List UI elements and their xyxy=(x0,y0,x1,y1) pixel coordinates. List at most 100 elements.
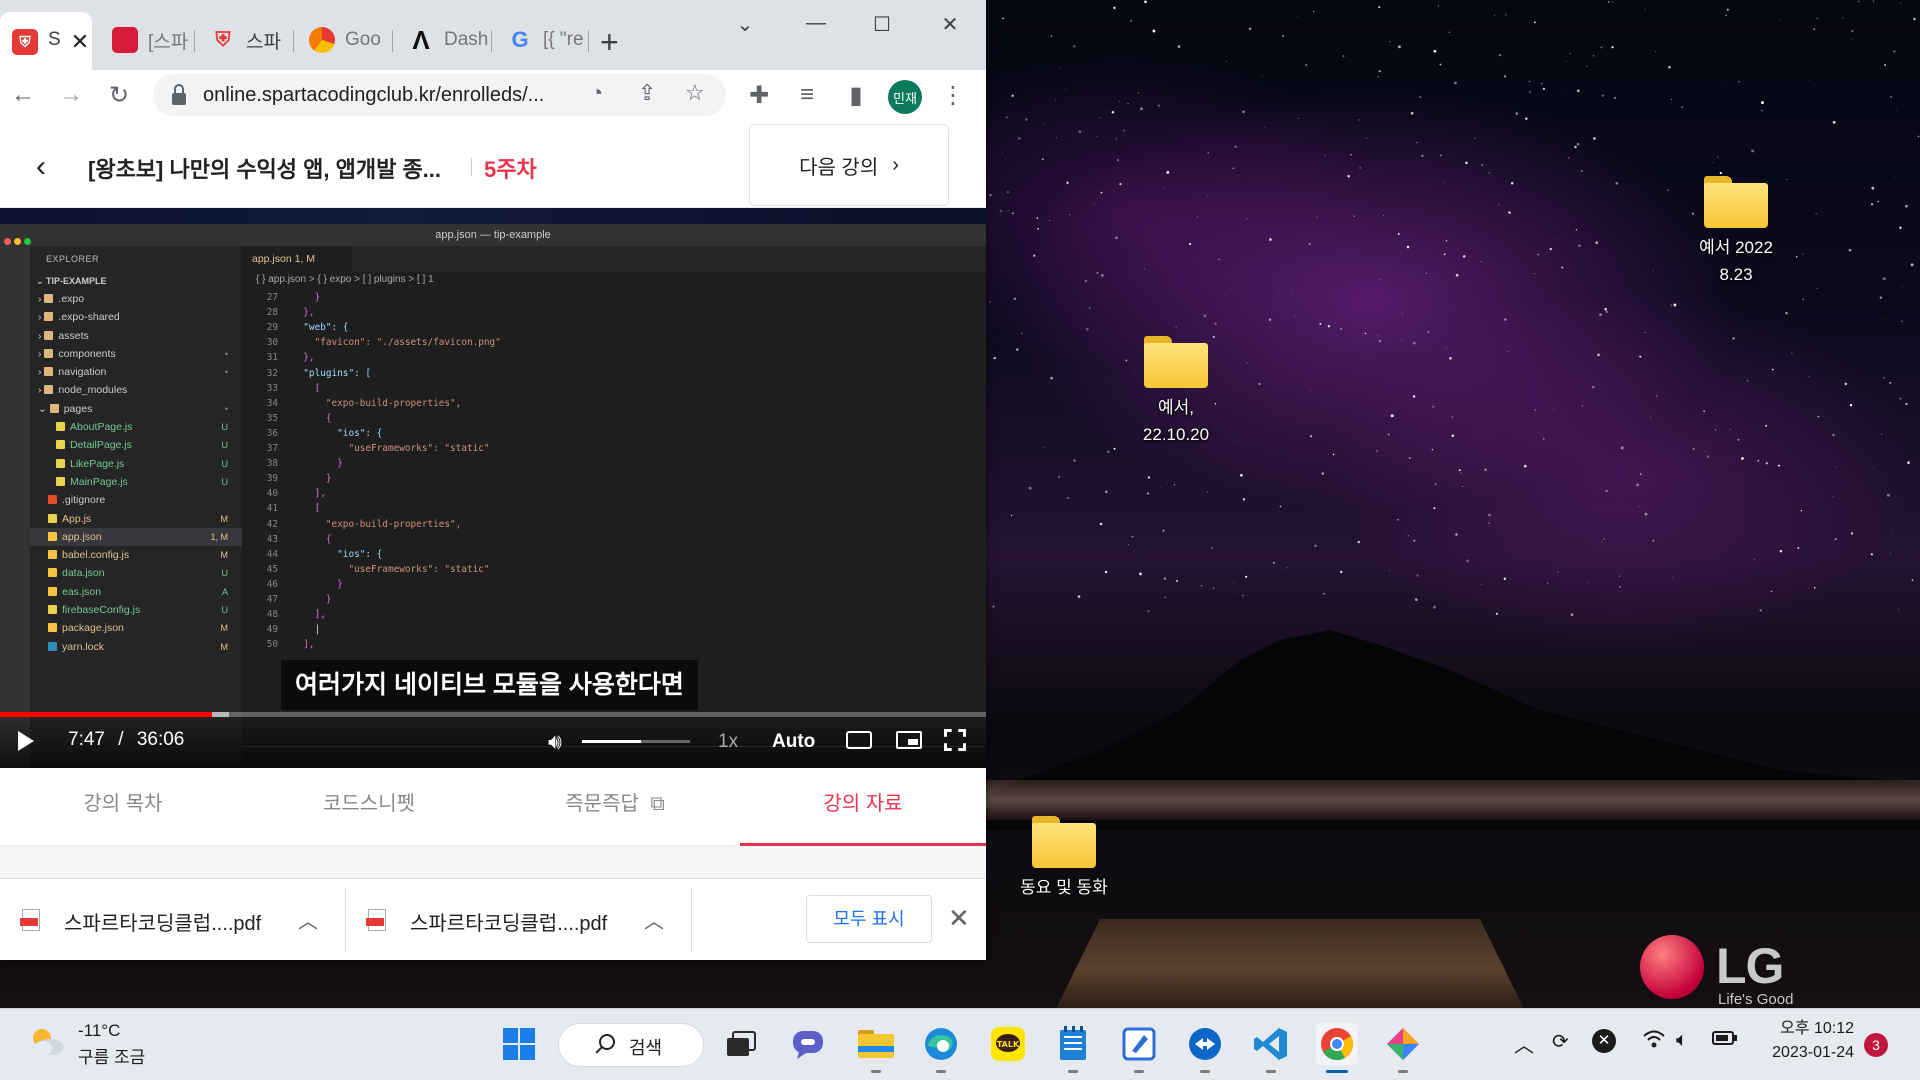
file-tree-item[interactable]: MainPage.js U xyxy=(30,473,242,491)
chrome-menu-icon[interactable]: ⋮ xyxy=(936,78,970,112)
play-icon[interactable] xyxy=(18,731,34,751)
line-number: 37 xyxy=(266,443,278,454)
file-tree: › .expo › .expo-shared › assets › component… xyxy=(30,290,242,656)
vscode-explorer: EXPLORER ⌄ TIP-EXAMPLE › .expo › .expo-sh… xyxy=(30,246,242,768)
tab-5[interactable]: Λ Dash xyxy=(396,20,492,60)
file-tree-item[interactable]: firebaseConfig.js U xyxy=(30,601,242,619)
file-tree-item[interactable]: package.json M xyxy=(30,619,242,637)
close-window-button[interactable]: ✕ xyxy=(930,12,970,37)
desktop-folder-yeseo-22[interactable]: 예서, 22.10.20 xyxy=(1116,336,1236,448)
paint-app-icon[interactable] xyxy=(1118,1023,1160,1073)
file-tree-item[interactable]: › components • xyxy=(30,345,242,363)
speed-gauge-icon[interactable]: ◔ xyxy=(590,80,603,106)
file-tree-item[interactable]: › .expo-shared xyxy=(30,308,242,326)
file-tree-item[interactable]: .gitignore xyxy=(30,491,242,509)
desktop-folder-children-songs[interactable]: 동요 및 동화 xyxy=(1004,816,1124,901)
close-circle-icon[interactable]: ✕ xyxy=(1592,1029,1616,1053)
tab-4[interactable]: Goo xyxy=(297,20,393,60)
reload-icon[interactable]: ↻ xyxy=(102,78,136,112)
address-bar[interactable]: online.spartacodingclub.kr/enrolleds/...… xyxy=(153,74,726,116)
tab-3[interactable]: ⛨ 스파 xyxy=(198,20,294,60)
remote-meeting-icon[interactable] xyxy=(1184,1023,1226,1073)
taskbar-clock[interactable]: 오후 10:12 2023-01-24 xyxy=(1752,1017,1854,1065)
tab-qna[interactable]: 즉문즉답 ⧉ xyxy=(492,768,738,846)
file-tree-item[interactable]: › assets xyxy=(30,327,242,345)
chevron-up-icon[interactable]: ︿ xyxy=(1514,1029,1534,1058)
fullscreen-icon[interactable] xyxy=(944,729,966,751)
desktop-folder-yeseo-2022[interactable]: 예서 2022 8.23 xyxy=(1676,176,1796,288)
tab-6[interactable]: G [{ "re xyxy=(495,20,589,60)
file-git-status: 1, M xyxy=(210,531,228,542)
file-explorer-icon[interactable] xyxy=(855,1023,897,1073)
notepad-icon[interactable] xyxy=(1052,1023,1094,1073)
next-lecture-button[interactable]: 다음 강의 › xyxy=(749,124,949,206)
quality-selector[interactable]: Auto xyxy=(772,731,815,753)
tab-code-snippet[interactable]: 코드스니펫 xyxy=(246,768,492,846)
notification-badge[interactable]: 3 xyxy=(1864,1033,1888,1057)
file-type-icon xyxy=(48,531,57,541)
maximize-button[interactable]: ☐ xyxy=(862,12,902,37)
chevron-up-icon[interactable]: ︿ xyxy=(644,905,664,934)
file-tree-item[interactable]: ⌄ pages • xyxy=(30,400,242,418)
lecture-header: ‹ [왕초보] 나만의 수익성 앱, 앱개발 종... 5주차 다음 강의 › xyxy=(0,122,986,208)
file-tree-item[interactable]: babel.config.js M xyxy=(30,546,242,564)
subtitles-icon[interactable] xyxy=(846,731,872,749)
extensions-puzzle-icon[interactable]: ✚ xyxy=(742,78,776,112)
code-line: | xyxy=(292,624,321,636)
file-tree-item[interactable]: data.json U xyxy=(30,564,242,582)
taskbar-search[interactable]: 검색 xyxy=(558,1023,704,1067)
new-tab-button[interactable]: + xyxy=(600,24,619,61)
side-panel-icon[interactable]: ▮ xyxy=(839,78,873,112)
tab-label: S xyxy=(48,29,61,50)
volume-slider[interactable] xyxy=(582,740,690,743)
share-icon[interactable]: ⇪ xyxy=(638,80,656,106)
vscode-icon[interactable] xyxy=(1250,1023,1292,1073)
minimize-button[interactable]: — xyxy=(796,12,836,35)
close-shelf-icon[interactable]: ✕ xyxy=(948,903,970,934)
media-queue-icon[interactable]: ≡ xyxy=(790,78,824,112)
profile-avatar[interactable]: 민재 xyxy=(888,80,922,114)
download-item[interactable]: 스파르타코딩클럽....pdf ︿ xyxy=(0,879,346,960)
chat-icon[interactable] xyxy=(787,1023,829,1065)
file-tree-item[interactable]: › .expo xyxy=(30,290,242,308)
file-tree-item[interactable]: AboutPage.js U xyxy=(30,418,242,436)
file-tree-item[interactable]: DetailPage.js U xyxy=(30,436,242,454)
file-tree-item[interactable]: app.json 1, M xyxy=(30,527,242,547)
back-arrow-icon[interactable]: ← xyxy=(6,78,40,112)
kakaotalk-icon[interactable]: TALK xyxy=(987,1023,1029,1065)
file-tree-item[interactable]: eas.json A xyxy=(30,583,242,601)
tab-curriculum[interactable]: 강의 목차 xyxy=(0,768,246,846)
playback-speed[interactable]: 1x xyxy=(718,731,738,753)
tab-2[interactable]: [스파 xyxy=(100,20,195,60)
file-tree-item[interactable]: › node_modules xyxy=(30,381,242,399)
tab-search-button[interactable]: ⌄ xyxy=(725,12,765,37)
file-tree-item[interactable]: › navigation • xyxy=(30,363,242,381)
back-chevron-icon[interactable]: ‹ xyxy=(36,150,46,184)
wifi-icon[interactable] xyxy=(1642,1029,1666,1055)
line-number: 42 xyxy=(266,518,278,530)
file-name: eas.json xyxy=(62,585,102,598)
tab-materials[interactable]: 강의 자료 xyxy=(740,768,986,846)
miniplayer-icon[interactable] xyxy=(896,731,922,749)
chrome-icon[interactable] xyxy=(1316,1023,1358,1073)
url-text[interactable]: online.spartacodingclub.kr/enrolleds/... xyxy=(203,84,603,107)
edge-browser-icon[interactable] xyxy=(920,1023,962,1073)
file-tree-item[interactable]: yarn.lock M xyxy=(30,638,242,656)
show-all-downloads-button[interactable]: 모두 표시 xyxy=(806,895,932,943)
file-tree-item[interactable]: LikePage.js U xyxy=(30,455,242,473)
forward-arrow-icon[interactable]: → xyxy=(54,78,88,112)
file-git-status: • xyxy=(224,403,228,414)
volume-icon[interactable]: 🔊︎ xyxy=(548,729,562,755)
download-item[interactable]: 스파르타코딩클럽....pdf ︿ xyxy=(346,879,692,960)
start-button[interactable] xyxy=(498,1023,540,1065)
speaker-icon[interactable]: 🔈︎ xyxy=(1676,1029,1688,1052)
bookmark-star-icon[interactable]: ☆ xyxy=(685,80,705,106)
diamond-app-icon[interactable] xyxy=(1382,1023,1424,1073)
sync-icon[interactable]: ⟳ xyxy=(1552,1029,1569,1054)
task-view-icon[interactable] xyxy=(720,1023,762,1065)
close-tab-icon[interactable]: ✕ xyxy=(71,29,89,55)
video-player[interactable]: app.json — tip-example EXPLORER ⌄ TIP-EX… xyxy=(0,208,986,768)
file-tree-item[interactable]: App.js M xyxy=(30,510,242,528)
chevron-up-icon[interactable]: ︿ xyxy=(298,905,318,934)
battery-icon[interactable] xyxy=(1712,1029,1738,1053)
